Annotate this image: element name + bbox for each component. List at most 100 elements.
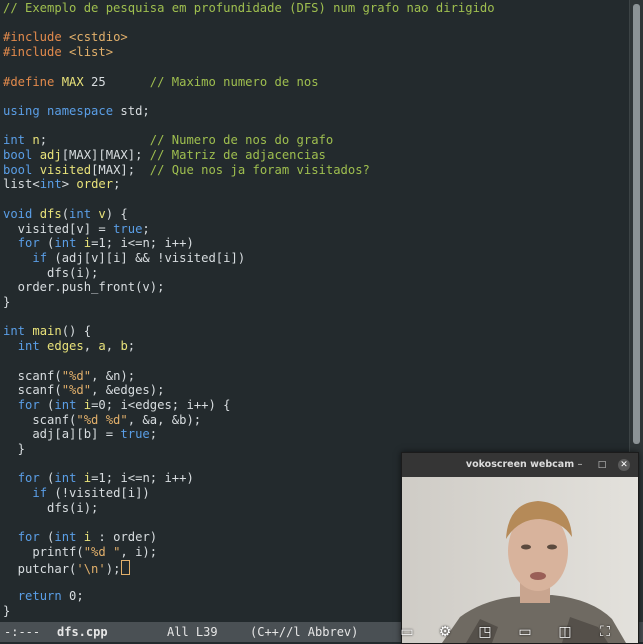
code-line[interactable]: if (adj[v][i] && !visited[i]) [3,251,245,266]
code-token: 25 [83,74,150,89]
code-token: i [83,530,92,545]
code-token: =0; i<edges; i++) { [91,397,231,412]
code-token: =1; i<=n; i++) [91,236,194,251]
code-token: dfs(i); [3,265,99,280]
code-token: ; [142,221,150,236]
code-token: ; [142,103,150,118]
major-mode: (C++//l Abbrev) [250,625,359,639]
code-token: ; [127,339,136,354]
code-token: #include [3,45,70,60]
scrollbar-thumb[interactable] [633,4,640,444]
buffer-status: -:--- [4,625,41,639]
code-line[interactable]: order.push_front(v); [3,280,165,295]
subtitles-icon[interactable]: ▭ [394,622,420,642]
code-token: for [17,530,40,545]
code-token: list< [3,177,40,192]
code-line[interactable]: // Exemplo de pesquisa em profundidade (… [3,1,495,16]
code-token: n [32,133,40,148]
code-line[interactable]: bool adj[MAX][MAX]; // Matriz de adjacen… [3,148,326,163]
code-token: std [120,103,143,118]
miniplayer-icon[interactable]: ◳ [472,622,498,642]
code-token: ; [113,177,121,192]
code-line[interactable]: putchar('\n'); [3,559,131,576]
code-token: ( [39,530,55,545]
code-token: , i); [120,544,158,559]
code-line[interactable]: } [3,442,25,457]
code-token: '\n' [76,561,106,576]
code-token: visited[v] = [3,221,114,236]
webcam-person-image [402,477,638,643]
code-token: "%d " [83,544,121,559]
code-line[interactable]: scanf("%d", &edges); [3,383,165,398]
code-token: "%d" [61,368,92,383]
code-token: i [83,397,92,412]
settings-gear-icon[interactable]: ⚙ [432,622,458,642]
code-token: #include [3,30,70,45]
code-line[interactable]: scanf("%d", &n); [3,369,135,384]
theater-mode-icon[interactable]: ▭ [512,622,538,642]
code-token: int [3,133,33,148]
code-token: putchar( [3,561,77,576]
code-line[interactable]: bool visited[MAX]; // Que nos ja foram v… [3,163,370,178]
close-icon[interactable]: ✕ [618,459,630,471]
code-token: a [98,339,106,354]
code-line[interactable]: adj[a][b] = true; [3,427,157,442]
code-token: <cstdio> [69,30,128,45]
code-line[interactable]: if (!visited[i]) [3,486,149,501]
code-token: [MAX]; [91,162,150,177]
code-line[interactable]: #include <list> [3,45,113,60]
code-line[interactable]: for (int i=0; i<edges; i++) { [3,398,231,413]
code-token: dfs [39,206,62,221]
code-token: int [54,471,84,486]
code-token: order.push_front(v); [3,280,165,295]
cast-icon[interactable]: ◫ [552,622,578,642]
code-token: scanf( [3,412,77,427]
webcam-titlebar[interactable]: vokoscreen webcam – □ ✕ [402,453,638,477]
code-line[interactable]: using namespace std; [3,104,150,119]
code-line[interactable]: int main() { [3,324,91,339]
maximize-icon[interactable]: □ [596,459,608,471]
code-token: bool [3,162,40,177]
code-line[interactable]: scanf("%d %d", &a, &b); [3,413,201,428]
code-line[interactable]: #define MAX 25 // Maximo numero de nos [3,75,319,90]
code-token: int [69,206,99,221]
code-line[interactable]: printf("%d ", i); [3,545,157,560]
code-line[interactable]: dfs(i); [3,266,98,281]
code-token: , &edges); [91,383,165,398]
code-line[interactable]: int n; // Numero de nos do grafo [3,133,333,148]
code-token: , &a, &b); [127,412,202,427]
code-line[interactable]: } [3,604,10,619]
code-line[interactable]: #include <cstdio> [3,30,128,45]
code-line[interactable]: } [3,295,10,310]
code-line[interactable]: int edges, a, b; [3,339,135,354]
code-token: ; [39,133,150,148]
code-token: ) { [105,206,128,221]
code-line[interactable]: for (int i : order) [3,530,157,545]
code-token: int [54,397,84,412]
buffer-name: dfs.cpp [57,625,108,639]
minimize-icon[interactable]: – [574,459,586,471]
code-token: [MAX][MAX]; [61,148,150,162]
code-line[interactable]: list<int> order; [3,177,120,192]
code-line[interactable]: for (int i=1; i<=n; i++) [3,236,194,251]
code-token: int [17,339,48,354]
code-token: visited [39,162,92,177]
code-line[interactable]: return 0; [3,589,84,604]
fullscreen-icon[interactable]: ⛶ [592,622,618,642]
webcam-window[interactable]: vokoscreen webcam – □ ✕ [401,452,639,644]
code-token: adj[a][b] = [3,427,121,442]
code-line[interactable]: for (int i=1; i<=n; i++) [3,471,194,486]
code-token: printf( [3,544,84,559]
code-token: adj [39,148,62,162]
code-line[interactable]: visited[v] = true; [3,222,150,237]
code-token: i [83,236,92,251]
code-line[interactable]: dfs(i); [3,501,98,516]
code-token: scanf( [3,383,62,398]
code-token: int [54,530,84,545]
code-line[interactable]: void dfs(int v) { [3,207,128,222]
